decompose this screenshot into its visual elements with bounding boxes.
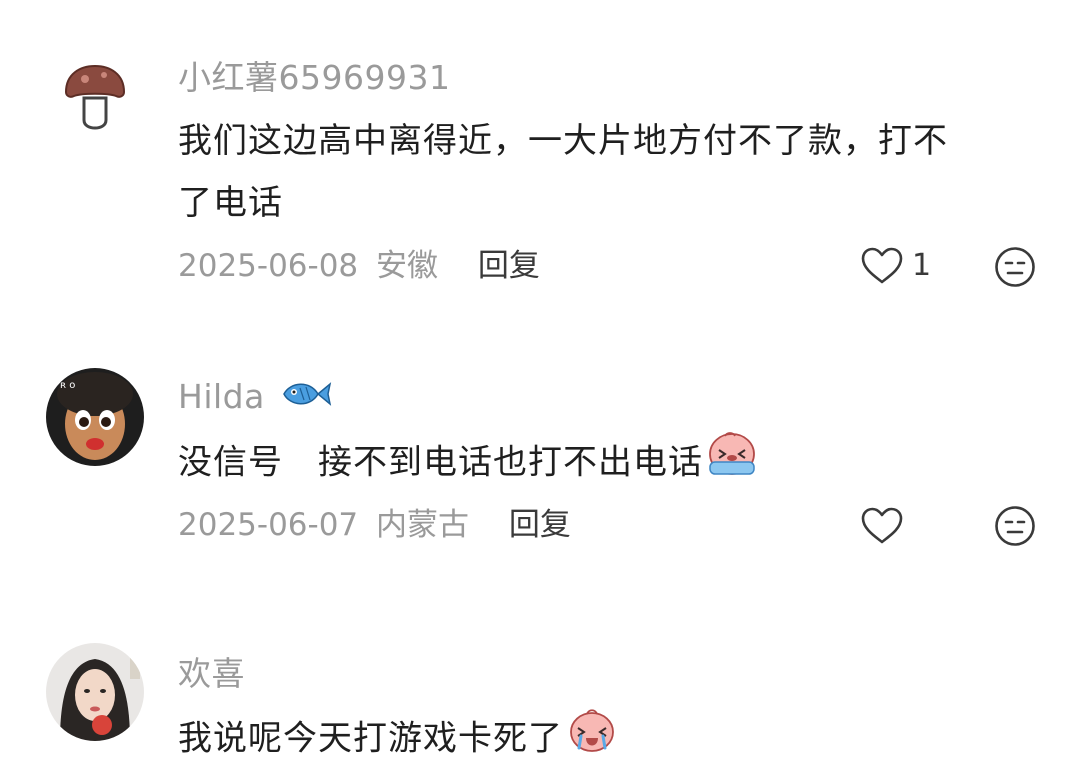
avatar[interactable] [60,62,130,132]
reply-button[interactable]: 回复 [478,248,540,284]
crying-emoji-icon [567,706,617,771]
comment-meta: 2025-06-07 内蒙古 回复 [178,505,571,545]
comment-list: 小红薯65969931 我们这边高中离得近，一大片地方付不了款，打不 了电话 2… [0,0,1080,771]
comment-username[interactable]: 欢喜 [178,654,245,694]
comment-text-line: 了电话 [178,183,283,223]
comment-text-content: 没信号 接不到电话也打不出电话 [178,442,703,483]
comment-username[interactable]: 小红薯65969931 [178,58,450,98]
like-count: 1 [912,248,932,283]
comment-meta: 2025-06-08 安徽 回复 [178,246,540,286]
comment-location: 安徽 [376,248,439,284]
comment-text-line: 我们这边高中离得近，一大片地方付不了款，打不 [178,121,948,161]
comment-username-text: Hilda [178,377,265,416]
reply-button[interactable]: 回复 [509,507,571,543]
avatar[interactable] [46,643,144,741]
meh-face-icon [995,506,1035,546]
dislike-button[interactable] [994,246,1036,292]
comment-location: 内蒙古 [376,507,470,543]
comment-text: 没信号 接不到电话也打不出电话 [178,430,1038,498]
comment-text: 我们这边高中离得近，一大片地方付不了款，打不 了电话 [178,110,1038,234]
comment-text-content: 我说呢今天打游戏卡死了 [178,718,563,759]
avatar-image [46,643,144,741]
heart-icon [861,507,903,544]
mushroom-icon [64,64,126,130]
avatar-image: ʀ ᴏ [46,368,144,466]
crying-emoji-icon [707,430,757,498]
meh-face-icon [995,247,1035,287]
dislike-button[interactable] [994,505,1036,551]
comment-username[interactable]: Hilda [178,377,332,419]
like-button[interactable] [860,506,912,546]
comment-date: 2025-06-08 [178,248,359,284]
heart-icon [861,247,903,284]
comment-text: 我说呢今天打游戏卡死了 [178,706,1038,771]
fish-icon [280,378,332,419]
svg-text:ʀ ᴏ: ʀ ᴏ [60,380,75,391]
avatar[interactable]: ʀ ᴏ [46,368,144,466]
like-button[interactable]: 1 [860,246,931,286]
comment-date: 2025-06-07 [178,507,359,543]
